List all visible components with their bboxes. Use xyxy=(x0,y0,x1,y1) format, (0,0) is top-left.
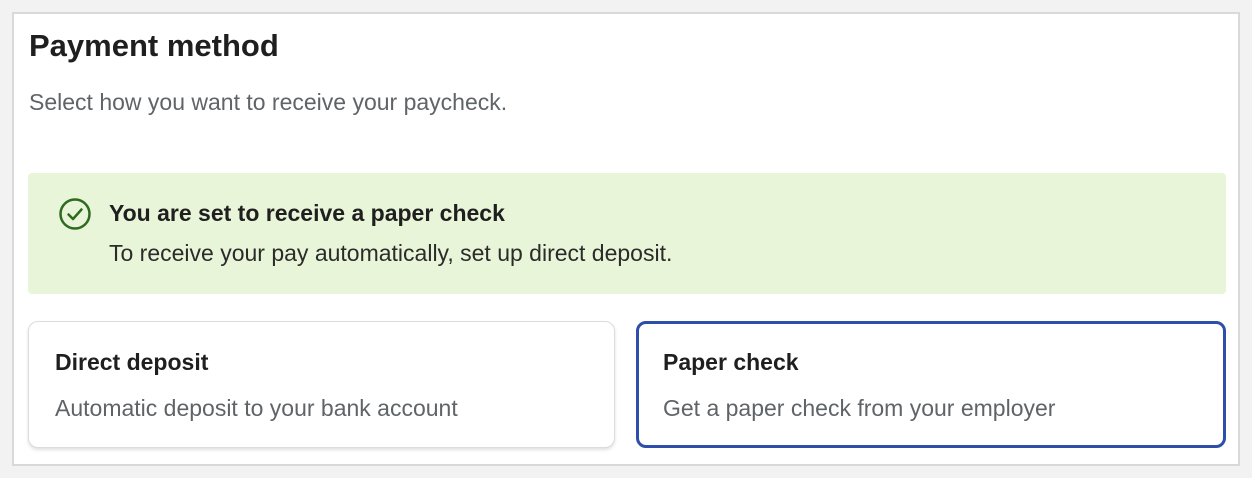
page-title: Payment method xyxy=(29,28,279,63)
paper-check-option[interactable]: Paper check Get a paper check from your … xyxy=(636,321,1226,448)
option-title: Direct deposit xyxy=(55,349,209,375)
alert-title: You are set to receive a paper check xyxy=(109,200,505,226)
payment-method-panel: Payment method Select how you want to re… xyxy=(12,12,1240,466)
alert-message: To receive your pay automatically, set u… xyxy=(109,240,673,266)
direct-deposit-option[interactable]: Direct deposit Automatic deposit to your… xyxy=(28,321,615,448)
option-description: Get a paper check from your employer xyxy=(663,395,1056,421)
check-circle-icon xyxy=(58,197,92,231)
page-subtitle: Select how you want to receive your payc… xyxy=(29,89,508,115)
success-alert: You are set to receive a paper check To … xyxy=(28,173,1226,294)
option-title: Paper check xyxy=(663,349,799,375)
option-description: Automatic deposit to your bank account xyxy=(55,395,458,421)
